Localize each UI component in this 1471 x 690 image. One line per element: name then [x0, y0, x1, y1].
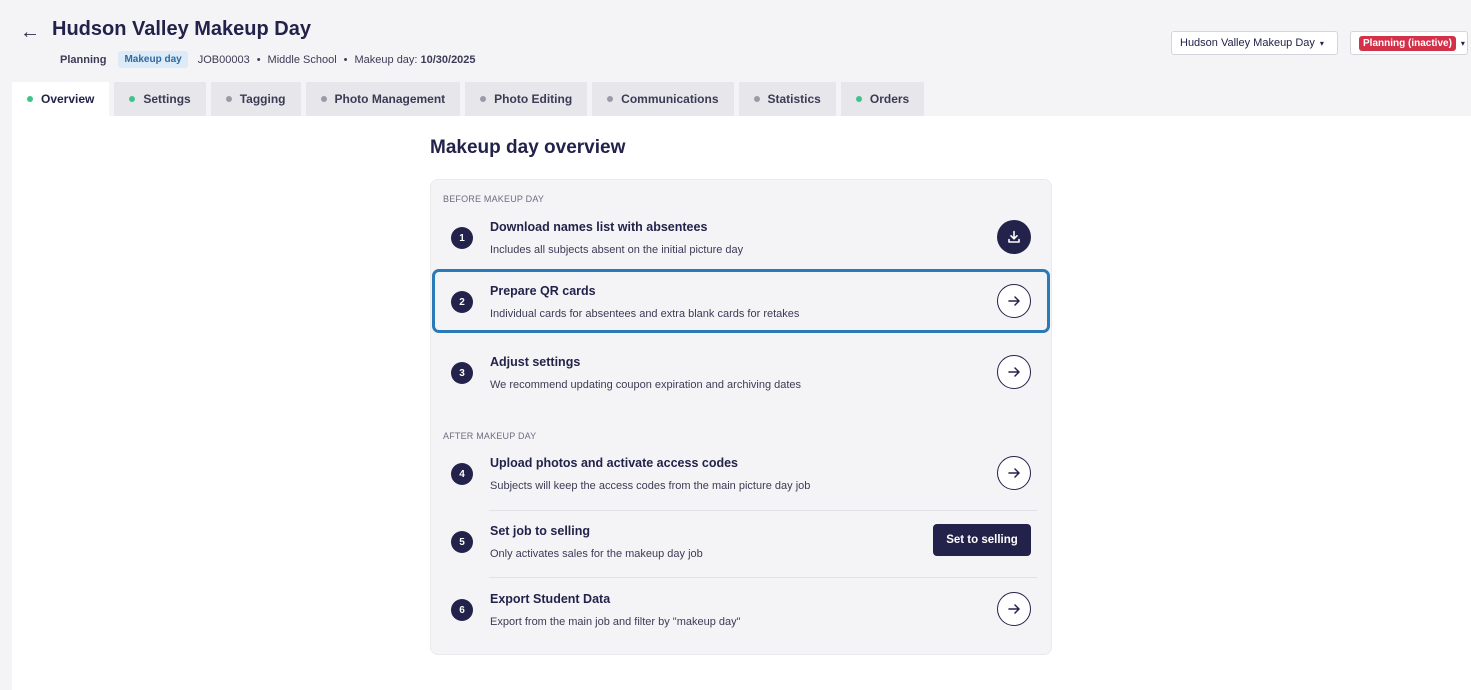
step-description: Subjects will keep the access codes from… — [490, 480, 811, 492]
status-dot-icon — [320, 96, 327, 102]
step-number: 5 — [451, 531, 473, 553]
tab-label: Overview — [41, 92, 95, 106]
step-number: 4 — [451, 463, 473, 485]
section-title: Makeup day overview — [430, 137, 626, 158]
job-select-value: Hudson Valley Makeup Day — [1180, 37, 1315, 49]
step-set-job-to-selling: 5 Set job to selling Only activates sale… — [431, 508, 1051, 574]
job-tabs: Overview Settings Tagging Photo Manageme… — [12, 82, 929, 116]
chevron-down-icon: ▾ — [1460, 38, 1465, 48]
step-export-student-data[interactable]: 6 Export Student Data Export from the ma… — [431, 576, 1051, 642]
overview-panel: Makeup day overview BEFORE MAKEUP DAY 1 … — [12, 116, 1471, 690]
arrow-right-icon — [1008, 468, 1020, 478]
step-title: Prepare QR cards — [490, 284, 596, 298]
meta-separator: • — [343, 53, 348, 66]
step-number: 6 — [451, 599, 473, 621]
planning-label: Planning — [60, 53, 107, 66]
open-step-button[interactable] — [997, 592, 1031, 626]
status-dot-icon — [855, 96, 862, 102]
chevron-down-icon: ▾ — [1319, 38, 1324, 48]
open-step-button[interactable] — [997, 284, 1031, 318]
tab-settings[interactable]: Settings — [114, 82, 206, 116]
status-dot-icon — [753, 96, 760, 102]
tab-label: Photo Management — [334, 92, 446, 106]
step-number: 1 — [451, 227, 473, 249]
download-icon — [1008, 230, 1020, 243]
meta-separator: • — [256, 53, 261, 66]
step-title: Export Student Data — [490, 592, 611, 606]
set-to-selling-button[interactable]: Set to selling — [933, 524, 1031, 556]
tab-tagging[interactable]: Tagging — [210, 82, 301, 116]
open-step-button[interactable] — [997, 456, 1031, 490]
status-dot-icon — [225, 96, 232, 102]
job-select-dropdown[interactable]: Hudson Valley Makeup Day ▾ — [1171, 31, 1338, 55]
tab-communications[interactable]: Communications — [592, 82, 734, 116]
tab-orders[interactable]: Orders — [840, 82, 925, 116]
school-name: Middle School — [267, 53, 337, 66]
tab-label: Photo Editing — [494, 92, 573, 106]
step-adjust-settings[interactable]: 3 Adjust settings We recommend updating … — [431, 339, 1051, 405]
step-description: Includes all subjects absent on the init… — [490, 244, 744, 256]
step-title: Adjust settings — [490, 355, 581, 369]
step-description: Individual cards for absentees and extra… — [490, 308, 800, 320]
step-title: Set job to selling — [490, 524, 591, 538]
open-step-button[interactable] — [997, 355, 1031, 389]
arrow-right-icon — [1008, 367, 1020, 377]
tab-label: Tagging — [239, 92, 286, 106]
tab-overview[interactable]: Overview — [12, 82, 110, 116]
job-id: JOB00003 — [197, 53, 250, 66]
before-makeup-day-label: BEFORE MAKEUP DAY — [443, 194, 545, 204]
tab-photo-management[interactable]: Photo Management — [305, 82, 461, 116]
status-dot-icon — [27, 96, 33, 102]
step-number: 2 — [451, 291, 473, 313]
step-description: Only activates sales for the makeup day … — [490, 548, 703, 560]
tab-label: Orders — [869, 92, 910, 106]
page-title: Hudson Valley Makeup Day — [52, 18, 311, 40]
status-select-dropdown[interactable]: Planning (inactive) ▾ — [1350, 31, 1468, 55]
makeup-date-label: Makeup day: — [354, 53, 418, 66]
download-button[interactable] — [997, 220, 1031, 254]
status-dot-icon — [480, 96, 487, 102]
makeup-date: 10/30/2025 — [420, 53, 476, 66]
step-description: We recommend updating coupon expiration … — [490, 379, 802, 391]
status-badge: Planning (inactive) — [1359, 35, 1456, 51]
step-upload-photos[interactable]: 4 Upload photos and activate access code… — [431, 440, 1051, 506]
status-dot-icon — [607, 96, 614, 102]
job-meta: Planning Makeup day JOB00003 • Middle Sc… — [60, 51, 476, 68]
step-download-names-list[interactable]: 1 Download names list with absentees Inc… — [431, 204, 1051, 270]
status-dot-icon — [129, 96, 136, 102]
page-header: ← Hudson Valley Makeup Day Planning Make… — [0, 0, 1471, 80]
back-arrow-icon[interactable]: ← — [18, 19, 42, 45]
tab-label: Communications — [621, 92, 719, 106]
makeup-day-badge: Makeup day — [118, 51, 188, 68]
tab-statistics[interactable]: Statistics — [738, 82, 836, 116]
arrow-right-icon — [1008, 604, 1020, 614]
step-description: Export from the main job and filter by "… — [490, 616, 741, 628]
step-prepare-qr-cards[interactable]: 2 Prepare QR cards Individual cards for … — [431, 268, 1051, 334]
step-number: 3 — [451, 362, 473, 384]
arrow-right-icon — [1008, 296, 1020, 306]
tab-label: Statistics — [767, 92, 821, 106]
step-title: Download names list with absentees — [490, 220, 708, 234]
tab-photo-editing[interactable]: Photo Editing — [465, 82, 588, 116]
step-title: Upload photos and activate access codes — [490, 456, 738, 470]
makeup-steps-card: BEFORE MAKEUP DAY 1 Download names list … — [430, 179, 1052, 655]
tab-label: Settings — [143, 92, 191, 106]
